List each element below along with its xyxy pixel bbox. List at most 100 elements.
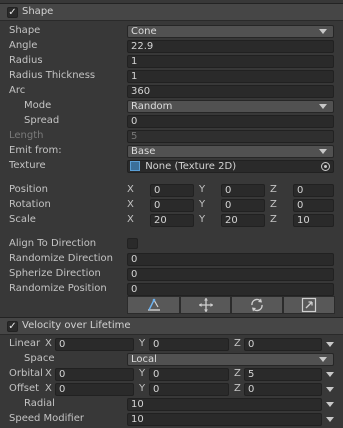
rotation-y-field[interactable]: 0	[221, 199, 265, 212]
arc-field[interactable]: 360	[127, 85, 334, 98]
orbital-label: Orbital	[9, 368, 43, 379]
rotation-z-field[interactable]: 0	[293, 199, 334, 212]
object-picker-icon[interactable]	[321, 162, 330, 171]
position-x-field[interactable]: 0	[150, 184, 194, 197]
scale-label: Scale	[9, 214, 36, 225]
texture-object-field[interactable]: None (Texture 2D)	[127, 160, 334, 173]
angle-field[interactable]: 22.9	[127, 40, 334, 53]
linear-curve-dropdown-icon[interactable]	[326, 342, 334, 347]
offset-y-axis-label[interactable]: Y	[139, 383, 145, 394]
randomize-direction-label: Randomize Direction	[9, 253, 113, 264]
randomize-position-field[interactable]: 0	[127, 283, 334, 296]
emit-from-label: Emit from:	[9, 145, 62, 156]
arc-mode-dropdown[interactable]: Random	[127, 100, 334, 113]
orbital-z-axis-label[interactable]: Z	[234, 368, 241, 379]
texture-label: Texture	[9, 160, 46, 171]
linear-z-field[interactable]: 0	[244, 338, 322, 351]
rotation-z-axis-label[interactable]: Z	[270, 199, 277, 210]
arc-label: Arc	[9, 85, 26, 96]
radial-label: Radial	[24, 398, 55, 409]
rotation-x-field[interactable]: 0	[150, 199, 194, 212]
shape-module-title: Shape	[22, 6, 54, 17]
linear-z-axis-label[interactable]: Z	[234, 338, 241, 349]
randomize-position-label: Randomize Position	[9, 283, 107, 294]
speed-modifier-field[interactable]: 10	[127, 413, 322, 426]
offset-label: Offset	[9, 383, 40, 394]
radius-thickness-field[interactable]: 1	[127, 70, 334, 83]
scale-z-field[interactable]: 10	[293, 214, 334, 227]
radius-label: Radius	[9, 55, 43, 66]
orbital-x-axis-label[interactable]: X	[45, 368, 52, 379]
edit-shape-icon	[147, 298, 160, 311]
offset-z-axis-label[interactable]: Z	[234, 383, 241, 394]
position-x-axis-label[interactable]: X	[127, 184, 134, 195]
position-y-axis-label[interactable]: Y	[199, 184, 205, 195]
radius-thickness-label: Radius Thickness	[9, 70, 96, 81]
rotation-x-axis-label[interactable]: X	[127, 199, 134, 210]
scale-y-field[interactable]: 20	[221, 214, 265, 227]
offset-x-axis-label[interactable]: X	[45, 383, 52, 394]
offset-y-field[interactable]: 0	[149, 383, 229, 396]
spherize-direction-field[interactable]: 0	[127, 268, 334, 281]
emit-from-dropdown[interactable]: Base	[127, 145, 334, 158]
radial-curve-dropdown-icon[interactable]	[326, 402, 334, 407]
randomize-direction-field[interactable]: 0	[127, 253, 334, 266]
rotation-y-axis-label[interactable]: Y	[199, 199, 205, 210]
position-z-axis-label[interactable]: Z	[270, 184, 277, 195]
linear-label: Linear	[9, 338, 41, 349]
scale-y-axis-label[interactable]: Y	[199, 214, 205, 225]
arc-spread-field[interactable]: 0	[127, 115, 334, 128]
linear-y-field[interactable]: 0	[149, 338, 229, 351]
orbital-y-axis-label[interactable]: Y	[139, 368, 145, 379]
object-picker-dot	[324, 165, 327, 168]
scale-tool-button[interactable]	[283, 296, 335, 314]
length-label: Length	[9, 130, 44, 141]
chevron-down-icon	[319, 104, 327, 109]
radius-field[interactable]: 1	[127, 55, 334, 68]
offset-curve-dropdown-icon[interactable]	[326, 387, 334, 392]
rotate-tool-button[interactable]	[231, 296, 283, 314]
orbital-curve-dropdown-icon[interactable]	[326, 372, 334, 377]
length-field: 5	[127, 130, 334, 143]
orbital-x-field[interactable]: 0	[55, 368, 134, 381]
position-y-field[interactable]: 0	[221, 184, 265, 197]
arc-spread-label: Spread	[24, 115, 60, 126]
orbital-z-field[interactable]: 5	[244, 368, 322, 381]
space-dropdown[interactable]: Local	[127, 353, 334, 366]
align-to-direction-checkbox[interactable]	[127, 238, 138, 249]
chevron-down-icon	[319, 149, 327, 154]
chevron-down-icon	[319, 29, 327, 34]
move-tool-button[interactable]	[180, 296, 231, 314]
position-label: Position	[9, 184, 48, 195]
velocity-enable-checkbox[interactable]: ✓	[7, 321, 18, 332]
scale-x-field[interactable]: 20	[150, 214, 194, 227]
offset-x-field[interactable]: 0	[55, 383, 134, 396]
velocity-module-header[interactable]: ✓ Velocity over Lifetime	[0, 317, 343, 335]
linear-x-axis-label[interactable]: X	[45, 338, 52, 349]
position-z-field[interactable]: 0	[293, 184, 334, 197]
shape-enable-checkbox[interactable]: ✓	[7, 7, 18, 18]
shape-label: Shape	[9, 25, 41, 36]
speed-modifier-label: Speed Modifier	[9, 413, 84, 424]
scale-x-axis-label[interactable]: X	[127, 214, 134, 225]
linear-x-field[interactable]: 0	[55, 338, 134, 351]
texture-value: None (Texture 2D)	[145, 161, 237, 172]
shape-module-header[interactable]: ✓ Shape	[0, 3, 343, 21]
arc-mode-label: Mode	[24, 100, 52, 111]
rotation-label: Rotation	[9, 199, 51, 210]
scale-icon	[301, 297, 317, 313]
shape-dropdown[interactable]: Cone	[127, 25, 334, 38]
shape-edit-button[interactable]	[127, 296, 180, 314]
shape-dropdown-value: Cone	[131, 26, 157, 37]
offset-z-field[interactable]: 0	[244, 383, 322, 396]
space-dropdown-value: Local	[131, 354, 157, 365]
move-icon	[198, 298, 213, 312]
speed-modifier-curve-dropdown-icon[interactable]	[326, 417, 334, 422]
emit-from-value: Base	[131, 146, 156, 157]
orbital-y-field[interactable]: 0	[149, 368, 229, 381]
radial-field[interactable]: 10	[127, 398, 322, 411]
scale-z-axis-label[interactable]: Z	[270, 214, 277, 225]
angle-label: Angle	[9, 40, 38, 51]
space-label: Space	[24, 353, 55, 364]
linear-y-axis-label[interactable]: Y	[139, 338, 145, 349]
